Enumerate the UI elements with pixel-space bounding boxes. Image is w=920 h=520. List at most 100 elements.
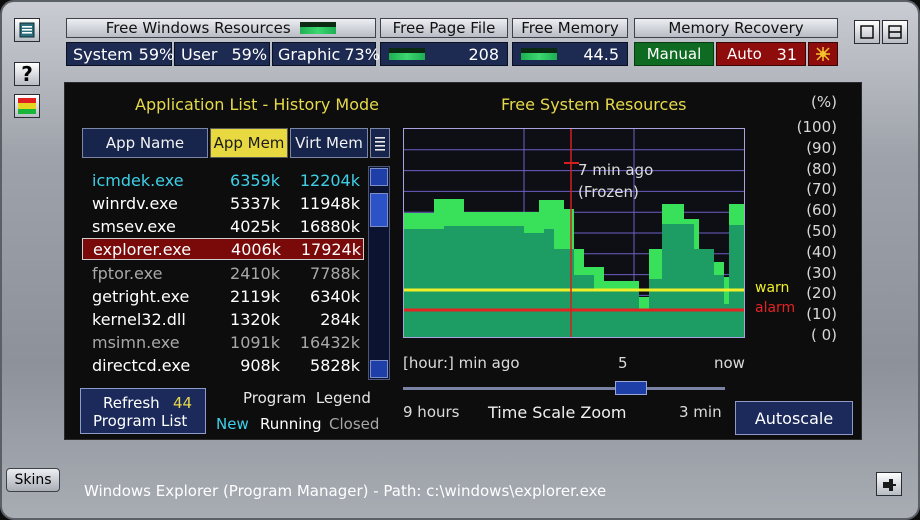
table-row[interactable]: fptor.exe 2410k 7788k (82, 262, 364, 284)
recovery-label: Memory Recovery (668, 19, 804, 37)
row-virt-mem: 284k (320, 309, 360, 329)
memory-value: 44.5 (583, 44, 619, 64)
y-unit-label: (%) (811, 93, 837, 111)
zoom-max-label: 3 min (679, 403, 722, 421)
page-file-mini-graph (389, 48, 425, 60)
program-list-label: Program List (93, 412, 188, 430)
app-name-header[interactable]: App Name (82, 128, 208, 158)
system-label: System (73, 44, 133, 64)
legend-running: Running (260, 415, 322, 433)
row-app-mem: 1320k (230, 309, 280, 329)
row-app-mem: 5337k (230, 193, 280, 213)
row-virt-mem: 16880k (299, 216, 360, 236)
row-app-mem: 2119k (230, 286, 280, 306)
graph-title: Free System Resources (501, 95, 687, 114)
row-name: icmdek.exe (92, 170, 184, 190)
system-value: 59% (138, 44, 175, 64)
memory-recovery-header: Memory Recovery (634, 18, 838, 38)
refresh-program-list-button[interactable]: Refresh 44 Program List (80, 388, 206, 434)
y-tick-label: (60) (806, 201, 837, 220)
marker-status: (Frozen) (578, 183, 639, 201)
auto-value: 31 (776, 44, 797, 64)
legend-closed: Closed (329, 415, 380, 433)
system-resource-value: System 59% (66, 42, 175, 66)
zoom-min-label: 9 hours (403, 403, 460, 421)
table-row[interactable]: smsev.exe 4025k 16880k (82, 215, 364, 237)
user-value: 59% (231, 44, 268, 64)
row-app-mem: 1091k (230, 332, 280, 352)
virt-mem-header-label: Virt Mem (295, 134, 363, 152)
time-scale-zoom-label: Time Scale Zoom (488, 403, 627, 422)
minimize-icon (860, 25, 874, 39)
virt-mem-header[interactable]: Virt Mem (290, 128, 368, 158)
app-window: Free Windows Resources Free Page File Fr… (0, 0, 920, 520)
free-page-file-header: Free Page File (380, 18, 508, 38)
autoscale-button[interactable]: Autoscale (735, 401, 853, 435)
skins-button[interactable]: Skins (6, 468, 60, 492)
minimize-button[interactable] (854, 20, 880, 44)
close-icon (888, 25, 902, 39)
table-row[interactable]: getright.exe 2119k 6340k (82, 285, 364, 307)
autoscale-label: Autoscale (754, 408, 834, 428)
x-axis-right-label: now (714, 354, 745, 372)
color-theme-button[interactable] (14, 94, 40, 118)
row-app-mem: 4006k (231, 239, 281, 259)
app-list-scrollbar[interactable] (368, 166, 390, 380)
user-resource-value: User 59% (174, 42, 270, 66)
table-row[interactable]: icmdek.exe 6359k 12204k (82, 169, 364, 191)
resources-mini-graph (300, 22, 337, 34)
table-row[interactable]: directcd.exe 908k 5828k (82, 354, 364, 376)
table-row[interactable]: kernel32.dll 1320k 284k (82, 308, 364, 330)
warn-label: warn (755, 280, 790, 296)
y-tick-label: (30) (806, 263, 837, 282)
memory-label: Free Memory (521, 19, 619, 37)
close-button[interactable] (882, 20, 908, 44)
scroll-thumb[interactable] (370, 193, 388, 227)
refresh-count: 44 (173, 394, 193, 412)
y-tick-label: (50) (806, 222, 837, 240)
program-legend-title: Program Legend (243, 389, 371, 407)
manual-button[interactable]: Manual (634, 42, 714, 66)
help-button[interactable]: ? (14, 62, 40, 86)
row-app-mem: 4025k (230, 216, 280, 236)
y-tick-label: (20) (806, 284, 837, 303)
graphic-label: Graphic (278, 44, 341, 64)
row-app-mem: 908k (240, 355, 280, 375)
memory-value-box: 44.5 (512, 42, 628, 66)
table-row[interactable]: explorer.exe 4006k 17924k (82, 238, 364, 260)
memory-mini-graph (521, 48, 557, 60)
table-row[interactable]: winrdv.exe 5337k 11948k (82, 192, 364, 214)
scroll-down-button[interactable] (370, 360, 388, 378)
app-mem-header[interactable]: App Mem (210, 128, 288, 158)
row-virt-mem: 17924k (300, 239, 361, 259)
auto-options-icon[interactable] (808, 42, 838, 66)
app-menu-icon[interactable] (14, 18, 40, 42)
time-scale-slider[interactable] (403, 387, 725, 390)
column-menu-button[interactable] (370, 128, 390, 158)
resources-label: Free Windows Resources (105, 19, 291, 37)
main-panel: Application List - History Mode Free Sys… (64, 82, 862, 440)
auto-button[interactable]: Auto 31 (716, 42, 806, 66)
time-scale-slider-thumb[interactable] (615, 381, 647, 395)
graph-canvas (404, 129, 744, 337)
table-row[interactable]: msimn.exe 1091k 16432k (82, 331, 364, 353)
row-name: smsev.exe (92, 216, 176, 236)
y-tick-label: (10) (806, 305, 837, 324)
resource-history-graph[interactable] (403, 128, 745, 338)
row-name: winrdv.exe (92, 193, 178, 213)
graphic-value: 73% (344, 44, 380, 64)
alarm-label: alarm (755, 300, 796, 316)
legend-new: New (216, 415, 249, 433)
scroll-up-button[interactable] (370, 168, 388, 186)
app-name-header-label: App Name (105, 134, 185, 152)
pin-button[interactable] (876, 472, 902, 496)
y-tick-label: (80) (806, 159, 837, 178)
row-virt-mem: 5828k (310, 355, 360, 375)
row-app-mem: 2410k (230, 263, 280, 283)
free-memory-header: Free Memory (512, 18, 628, 38)
status-bar-text: Windows Explorer (Program Manager) - Pat… (84, 482, 607, 500)
page-file-value-box: 208 (380, 42, 508, 66)
list-menu-icon (375, 137, 385, 151)
auto-label: Auto (727, 45, 762, 63)
row-name: kernel32.dll (92, 309, 186, 329)
